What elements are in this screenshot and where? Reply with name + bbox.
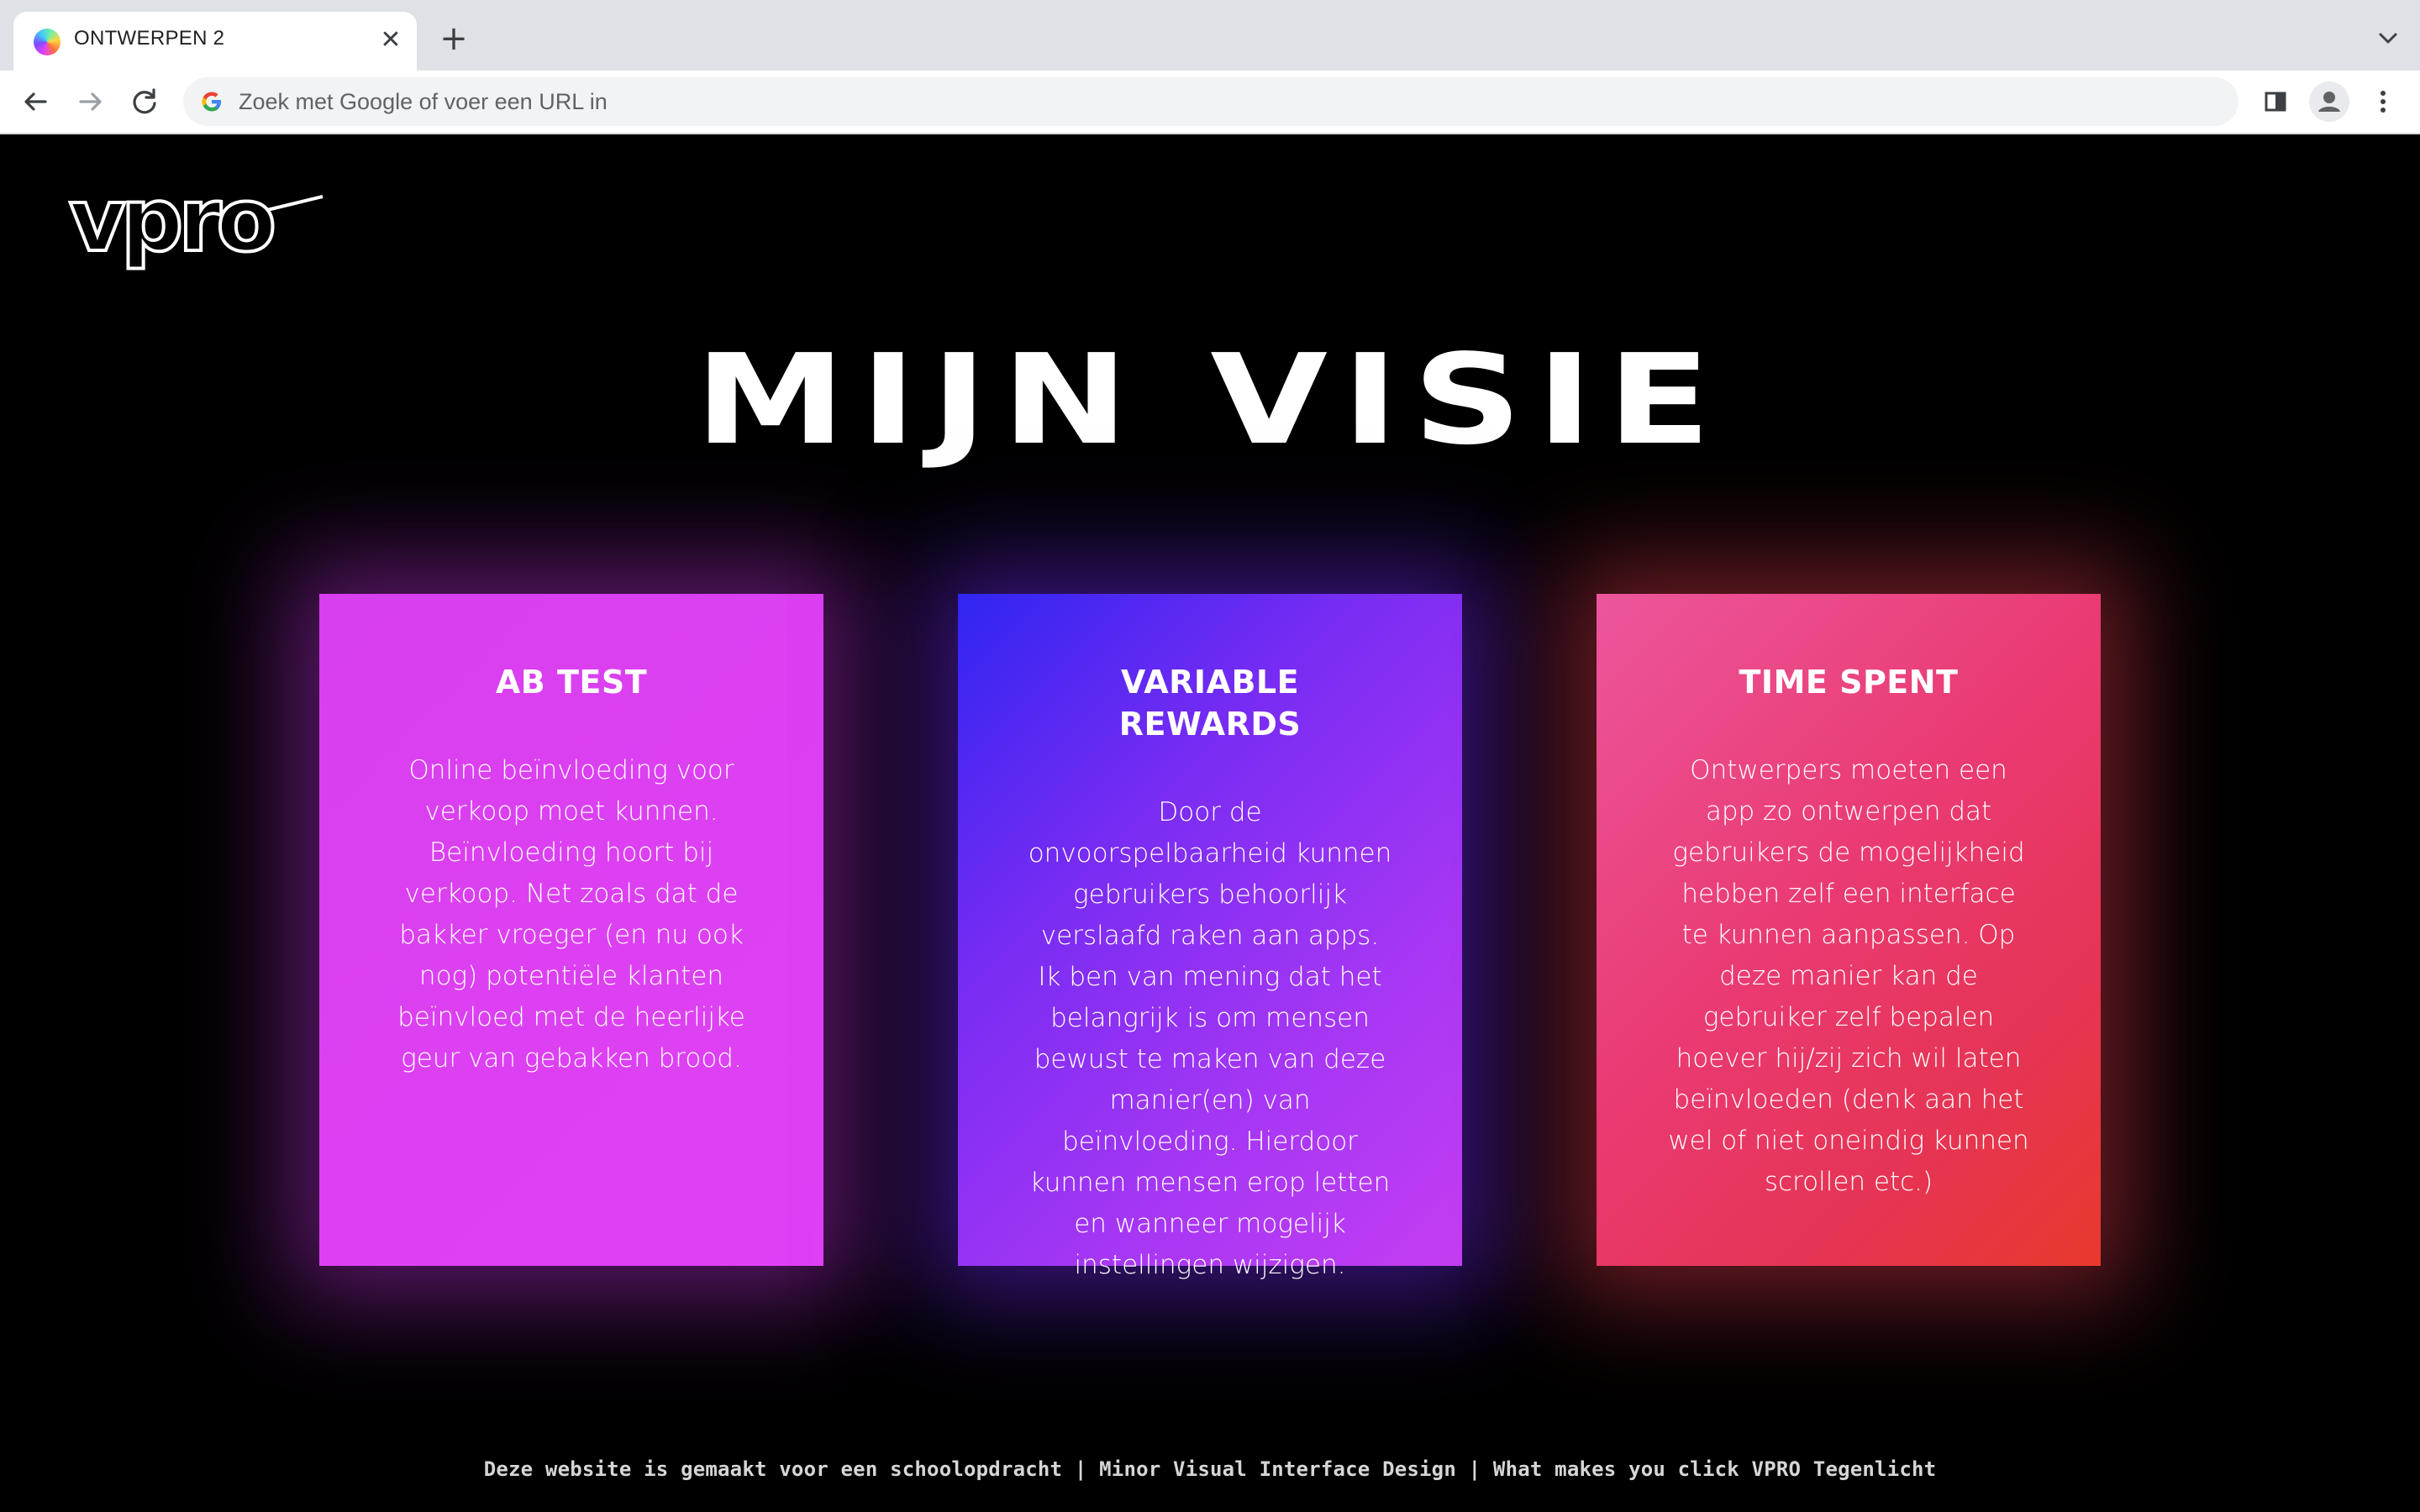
vpro-logo[interactable]: vpro	[66, 178, 326, 270]
plus-icon[interactable]: +	[437, 22, 471, 55]
card-text: Online beïnvloeding voor verkoop moet ku…	[397, 755, 745, 1074]
address-input[interactable]: Zoek met Google of voer een URL in	[239, 89, 608, 115]
reload-icon[interactable]	[128, 85, 161, 118]
card-title: AB TEST	[495, 664, 648, 701]
card-text: Ontwerpers moeten een app zo ontwerpen d…	[1668, 755, 2029, 1197]
card-title: VARIABLE REWARDS	[1118, 664, 1302, 743]
card-ab-test: AB TEST Online beïnvloeding voor verkoop…	[319, 594, 823, 1266]
tab-strip: ONTWERPEN 2 ✕ +	[0, 0, 2420, 71]
card-time-spent: TIME SPENT Ontwerpers moeten een app zo …	[1597, 594, 2101, 1266]
page-title: MIJN VISIE	[694, 328, 1726, 472]
close-icon[interactable]: ✕	[376, 27, 405, 55]
profile-icon[interactable]	[2309, 81, 2349, 122]
arrow-right-icon[interactable]	[74, 85, 108, 118]
kebab-menu-icon[interactable]	[2366, 85, 2400, 118]
address-bar[interactable]: Zoek met Google of voer een URL in	[183, 77, 2238, 126]
card-title: TIME SPENT	[1739, 664, 1959, 701]
logo-wordmark: vpro	[69, 178, 273, 270]
google-icon	[202, 92, 221, 112]
card-variable-rewards: VARIABLE REWARDS Door de onvoorspelbaarh…	[958, 594, 1462, 1280]
chevron-down-icon[interactable]	[2371, 22, 2405, 55]
card-text: Door de onvoorspelbaarheid kunnen gebrui…	[1028, 797, 1392, 1280]
side-panel-icon[interactable]	[2259, 85, 2292, 118]
arrow-left-icon[interactable]	[18, 85, 52, 118]
browser-toolbar: Zoek met Google of voer een URL in	[0, 71, 2420, 134]
browser-tab[interactable]: ONTWERPEN 2 ✕	[13, 12, 417, 71]
page-footer: Deze website is gemaakt voor een schoolo…	[483, 1457, 1937, 1481]
page-content: vpro MIJN VISIE AB TEST Online beïnvloed…	[0, 134, 2420, 1512]
color-orb-icon	[34, 29, 60, 55]
tab-title: ONTWERPEN 2	[74, 27, 225, 50]
